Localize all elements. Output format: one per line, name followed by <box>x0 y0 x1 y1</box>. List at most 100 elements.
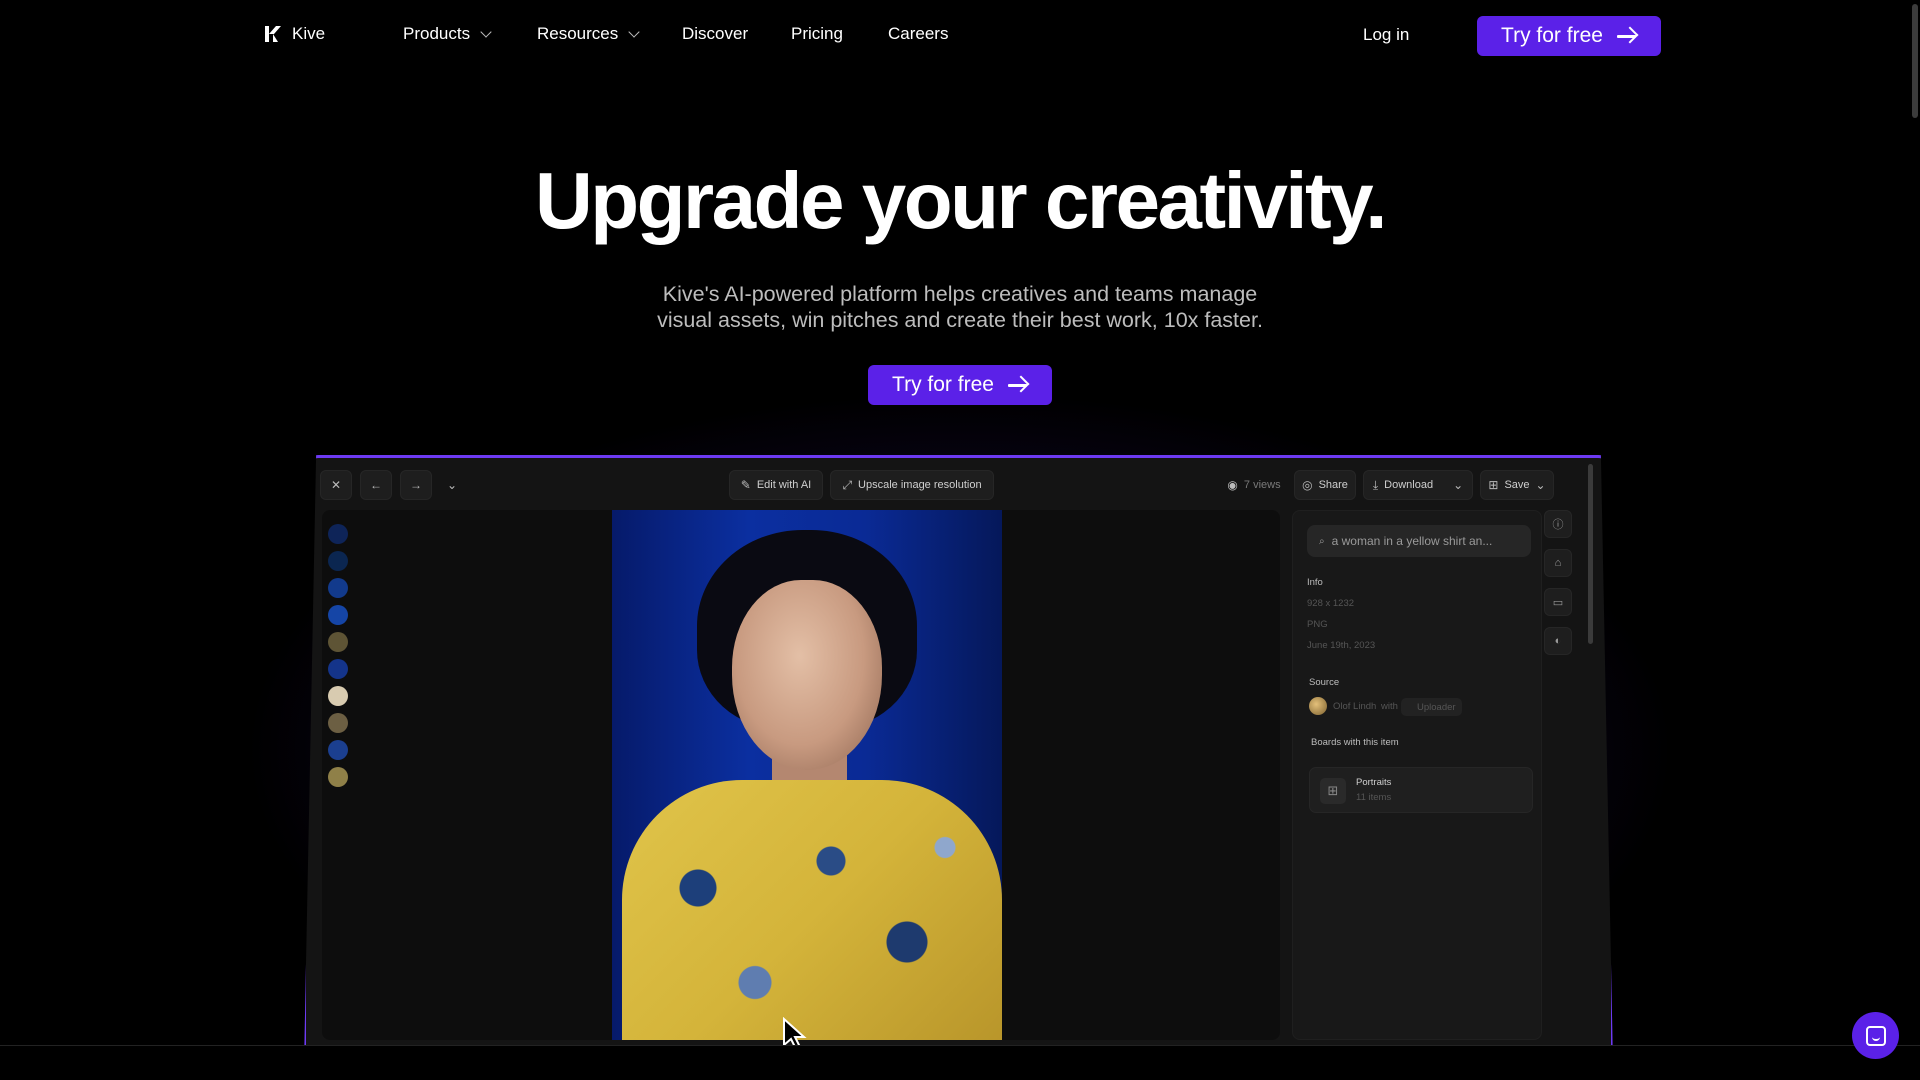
color-palette <box>328 524 358 794</box>
page-bottom <box>0 1046 1920 1080</box>
top-navigation: Kive Products Resources Discover Pricing… <box>0 0 1920 72</box>
color-swatch[interactable] <box>328 767 348 787</box>
board-name: Portraits <box>1356 777 1392 788</box>
board-card-portraits[interactable]: ⊞ Portraits 11 items <box>1309 767 1533 813</box>
source-label: Source <box>1309 677 1340 688</box>
chevron-down-icon: ⌄ <box>1453 478 1464 492</box>
nav-link-careers[interactable]: Careers <box>888 24 948 44</box>
chevron-down-icon <box>628 25 640 38</box>
portrait-shirt <box>622 780 1002 1040</box>
button-label: Upscale image resolution <box>858 479 982 491</box>
palette-tab-button[interactable]: ◐ <box>1544 627 1572 655</box>
portrait-face <box>732 580 882 770</box>
download-icon: ⤓ <box>1372 478 1379 492</box>
more-dropdown-button[interactable]: ⌄ <box>436 470 468 500</box>
info-icon: ⓘ <box>1552 519 1564 531</box>
grid-icon: ⊞ <box>1488 478 1499 492</box>
nav-link-pricing[interactable]: Pricing <box>791 24 843 44</box>
color-swatch[interactable] <box>328 632 348 652</box>
tag-icon: ⌂ <box>1554 557 1562 569</box>
nav-link-discover[interactable]: Discover <box>682 24 748 44</box>
boards-label: Boards with this item <box>1311 737 1399 748</box>
nav-link-resources[interactable]: Resources <box>537 24 640 44</box>
upscale-button[interactable]: ⤢ Upscale image resolution <box>830 470 994 500</box>
color-swatch[interactable] <box>328 713 348 733</box>
info-label: Info <box>1307 577 1323 588</box>
nav-link-label: Resources <box>537 24 619 43</box>
share-icon: ◎ <box>1302 478 1313 492</box>
button-label: Edit with AI <box>756 479 812 491</box>
brand-name: Kive <box>292 24 326 43</box>
chat-support-button[interactable] <box>1852 1012 1899 1059</box>
hero-subtitle-line: Kive's AI-powered platform helps creativ… <box>662 282 1258 306</box>
chevron-down-icon: ⌄ <box>1535 478 1546 492</box>
palette-icon: ◐ <box>1554 635 1562 647</box>
tags-tab-button[interactable]: ⌂ <box>1544 549 1572 577</box>
hero-title: Upgrade your creativity. <box>535 156 1387 245</box>
source-tool-tag[interactable]: Uploader <box>1401 698 1462 716</box>
share-button[interactable]: ◎ Share <box>1294 470 1356 500</box>
expand-icon: ⤢ <box>842 478 853 492</box>
image-date: June 19th, 2023 <box>1307 640 1376 651</box>
nav-links: Products Resources Discover Pricing Care… <box>403 24 1003 48</box>
arrow-right-icon: → <box>410 478 422 492</box>
back-button[interactable]: ← <box>360 470 392 500</box>
nav-link-label: Careers <box>888 24 949 43</box>
chevron-down-icon: ⌄ <box>446 478 458 492</box>
color-swatch[interactable] <box>328 551 348 571</box>
image-dimensions: 928 x 1232 <box>1307 598 1355 609</box>
image-canvas <box>322 510 1280 1040</box>
edit-with-ai-button[interactable]: ✎ Edit with AI <box>729 470 823 500</box>
search-text: a woman in a yellow shirt an... <box>1331 534 1493 548</box>
color-swatch[interactable] <box>328 686 348 706</box>
chat-icon <box>1865 1025 1886 1046</box>
avatar <box>1309 697 1327 715</box>
chevron-down-icon <box>480 25 492 38</box>
color-swatch[interactable] <box>328 524 348 544</box>
source-with: with <box>1381 701 1398 712</box>
nav-link-label: Products <box>403 24 471 43</box>
nav-link-label: Pricing <box>791 24 843 43</box>
color-swatch[interactable] <box>328 605 348 625</box>
info-tab-button[interactable]: ⓘ <box>1544 510 1572 538</box>
comments-tab-button[interactable]: ▭ <box>1544 588 1572 616</box>
pencil-icon: ✎ <box>740 478 751 492</box>
arrow-right-icon <box>1616 28 1637 44</box>
nav-link-label: Discover <box>682 24 749 43</box>
close-button[interactable]: ✕ <box>320 470 352 500</box>
arrow-left-icon: ← <box>370 478 382 492</box>
portrait-image[interactable] <box>612 510 1002 1040</box>
hero-subtitle: Kive's AI-powered platform helps creativ… <box>610 281 1310 333</box>
image-format: PNG <box>1307 619 1328 630</box>
color-swatch[interactable] <box>328 578 348 598</box>
button-label: Share <box>1318 479 1348 491</box>
panel-scrollbar[interactable] <box>1588 464 1593 644</box>
button-label: Try for free <box>1501 24 1603 47</box>
details-panel: ⌕ a woman in a yellow shirt an... Info 9… <box>1292 510 1542 1040</box>
tag-label: Uploader <box>1417 701 1456 713</box>
button-label: Save <box>1504 479 1530 491</box>
search-icon: ⌕ <box>1319 535 1325 547</box>
source-author[interactable]: Olof Lindh <box>1333 701 1376 712</box>
color-swatch[interactable] <box>328 740 348 760</box>
board-grid-icon: ⊞ <box>1320 778 1346 804</box>
comment-icon: ▭ <box>1552 596 1564 609</box>
save-button[interactable]: ⊞ Save ⌄ <box>1480 470 1554 500</box>
views-count: ◉ 7 views <box>1223 470 1285 500</box>
forward-button[interactable]: → <box>400 470 432 500</box>
image-search-field[interactable]: ⌕ a woman in a yellow shirt an... <box>1307 525 1531 557</box>
app-mockup: ✕ ← → ⌄ ✎ Edit with AI ⤢ Upscale image r… <box>303 455 1614 1080</box>
button-label: Download <box>1384 479 1434 491</box>
brand-logo[interactable]: Kive <box>264 24 325 44</box>
color-swatch[interactable] <box>328 659 348 679</box>
scrollbar-thumb[interactable] <box>1912 4 1918 118</box>
board-count: 11 items <box>1356 792 1392 803</box>
views-label: 7 views <box>1243 479 1281 491</box>
login-link[interactable]: Log in <box>1363 25 1409 45</box>
close-icon: ✕ <box>330 478 342 492</box>
kive-logo-icon <box>265 26 281 42</box>
download-button[interactable]: ⤓ Download ⌄ <box>1363 470 1473 500</box>
nav-try-free-button[interactable]: Try for free <box>1477 16 1661 56</box>
nav-link-products[interactable]: Products <box>403 24 492 44</box>
hero-subtitle-line: visual assets, win pitches and create th… <box>657 308 1263 332</box>
